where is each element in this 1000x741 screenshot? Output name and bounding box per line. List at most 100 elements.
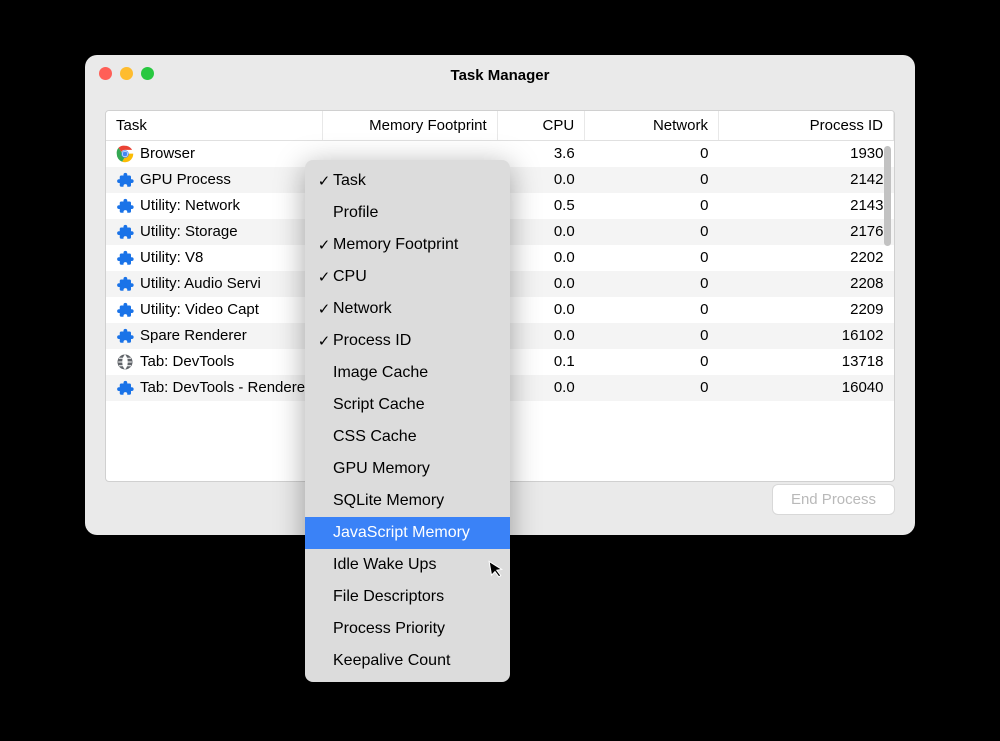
menu-item[interactable]: ✓Task: [305, 165, 510, 197]
cell-pid: 2142: [718, 167, 893, 193]
menu-item[interactable]: Image Cache: [305, 357, 510, 389]
task-name: GPU Process: [140, 171, 231, 188]
cell-network: 0: [585, 271, 719, 297]
task-name: Browser: [140, 145, 195, 162]
task-name: Utility: Network: [140, 197, 240, 214]
ext-icon: [116, 223, 134, 241]
menu-item-label: Memory Footprint: [333, 236, 458, 254]
menu-item[interactable]: CSS Cache: [305, 421, 510, 453]
menu-item-label: GPU Memory: [333, 460, 430, 478]
menu-item[interactable]: ✓Memory Footprint: [305, 229, 510, 261]
check-icon: ✓: [315, 172, 333, 190]
cell-pid: 2143: [718, 193, 893, 219]
ext-icon: [116, 197, 134, 215]
ext-icon: [116, 379, 134, 397]
cell-network: 0: [585, 323, 719, 349]
end-process-button[interactable]: End Process: [772, 484, 895, 515]
check-icon: ✓: [315, 300, 333, 318]
cell-network: 0: [585, 375, 719, 401]
zoom-icon[interactable]: [141, 67, 154, 80]
task-name: Utility: Storage: [140, 223, 238, 240]
cell-network: 0: [585, 193, 719, 219]
window-title: Task Manager: [85, 67, 915, 84]
task-name: Spare Renderer: [140, 327, 247, 344]
chrome-icon: [116, 145, 134, 163]
cell-cpu: 0.1: [497, 349, 585, 375]
menu-item-label: JavaScript Memory: [333, 524, 470, 542]
menu-item[interactable]: Script Cache: [305, 389, 510, 421]
menu-item-label: Image Cache: [333, 364, 428, 382]
task-name: Tab: DevTools - Renderer: [140, 379, 310, 396]
menu-item-label: Script Cache: [333, 396, 425, 414]
globe-icon: [116, 353, 134, 371]
cell-cpu: 0.0: [497, 167, 585, 193]
menu-item[interactable]: ✓Process ID: [305, 325, 510, 357]
cell-network: 0: [585, 245, 719, 271]
cell-pid: 16040: [718, 375, 893, 401]
menu-item[interactable]: ✓CPU: [305, 261, 510, 293]
cell-cpu: 0.0: [497, 271, 585, 297]
col-memory[interactable]: Memory Footprint: [322, 111, 497, 141]
cell-pid: 1930: [718, 141, 893, 167]
ext-icon: [116, 171, 134, 189]
task-name: Tab: DevTools: [140, 353, 234, 370]
cell-cpu: 0.0: [497, 219, 585, 245]
cell-cpu: 3.6: [497, 141, 585, 167]
col-cpu[interactable]: CPU: [497, 111, 585, 141]
cell-pid: 2202: [718, 245, 893, 271]
menu-item[interactable]: File Descriptors: [305, 581, 510, 613]
menu-item-label: SQLite Memory: [333, 492, 444, 510]
menu-item-label: Process ID: [333, 332, 411, 350]
menu-item[interactable]: Idle Wake Ups: [305, 549, 510, 581]
menu-item[interactable]: Profile: [305, 197, 510, 229]
cell-cpu: 0.0: [497, 375, 585, 401]
cell-pid: 13718: [718, 349, 893, 375]
menu-item-label: Process Priority: [333, 620, 445, 638]
ext-icon: [116, 275, 134, 293]
menu-item-label: Profile: [333, 204, 378, 222]
cell-cpu: 0.0: [497, 245, 585, 271]
titlebar: Task Manager: [85, 55, 915, 95]
cell-pid: 2176: [718, 219, 893, 245]
menu-item[interactable]: JavaScript Memory: [305, 517, 510, 549]
ext-icon: [116, 301, 134, 319]
menu-item-label: Idle Wake Ups: [333, 556, 436, 574]
cell-pid: 16102: [718, 323, 893, 349]
menu-item-label: Task: [333, 172, 366, 190]
menu-item[interactable]: SQLite Memory: [305, 485, 510, 517]
col-network[interactable]: Network: [585, 111, 719, 141]
cell-cpu: 0.0: [497, 297, 585, 323]
check-icon: ✓: [315, 332, 333, 350]
cell-cpu: 0.0: [497, 323, 585, 349]
check-icon: ✓: [315, 268, 333, 286]
task-name: Utility: V8: [140, 249, 203, 266]
cell-cpu: 0.5: [497, 193, 585, 219]
footer: End Process: [772, 484, 895, 515]
ext-icon: [116, 249, 134, 267]
minimize-icon[interactable]: [120, 67, 133, 80]
ext-icon: [116, 327, 134, 345]
close-icon[interactable]: [99, 67, 112, 80]
task-name: Utility: Video Capt: [140, 301, 259, 318]
menu-item[interactable]: ✓Network: [305, 293, 510, 325]
menu-item[interactable]: GPU Memory: [305, 453, 510, 485]
table-header-row: Task Memory Footprint CPU Network Proces…: [106, 111, 894, 141]
cell-network: 0: [585, 297, 719, 323]
column-context-menu[interactable]: ✓TaskProfile✓Memory Footprint✓CPU✓Networ…: [305, 160, 510, 682]
cell-network: 0: [585, 141, 719, 167]
menu-item[interactable]: Process Priority: [305, 613, 510, 645]
cell-pid: 2209: [718, 297, 893, 323]
menu-item-label: CSS Cache: [333, 428, 417, 446]
scrollbar-thumb[interactable]: [884, 146, 891, 246]
col-task[interactable]: Task: [106, 111, 322, 141]
menu-item[interactable]: Keepalive Count: [305, 645, 510, 677]
menu-item-label: Network: [333, 300, 392, 318]
cell-network: 0: [585, 349, 719, 375]
task-name: Utility: Audio Servi: [140, 275, 261, 292]
col-pid[interactable]: Process ID: [718, 111, 893, 141]
menu-item-label: CPU: [333, 268, 367, 286]
cell-pid: 2208: [718, 271, 893, 297]
cell-network: 0: [585, 219, 719, 245]
menu-item-label: File Descriptors: [333, 588, 444, 606]
check-icon: ✓: [315, 236, 333, 254]
